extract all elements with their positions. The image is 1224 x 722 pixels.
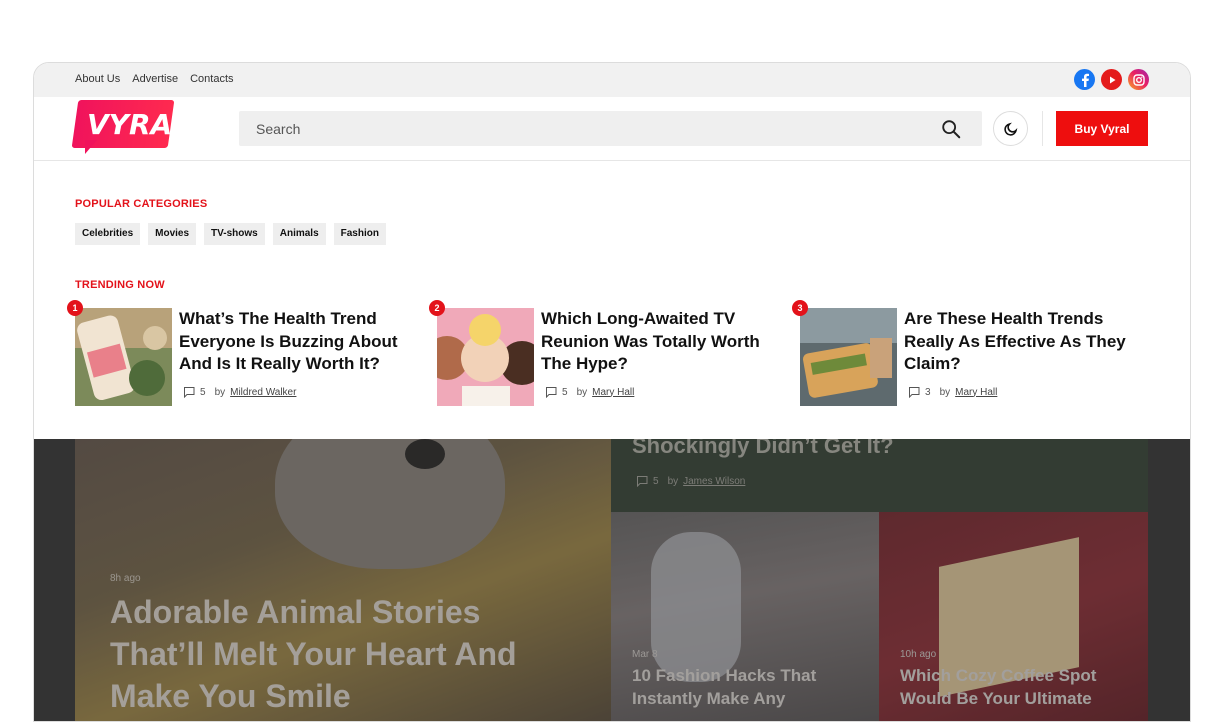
trending-now-title: TRENDING NOW <box>75 279 165 291</box>
social-links <box>1074 69 1149 90</box>
author-link[interactable]: Mary Hall <box>955 387 997 398</box>
rank-badge: 1 <box>67 300 83 316</box>
author-link[interactable]: Mary Hall <box>592 387 634 398</box>
category-tag-celebrities[interactable]: Celebrities <box>75 223 141 245</box>
comment-icon <box>546 387 557 398</box>
advertise-link[interactable]: Advertise <box>132 73 178 85</box>
dark-mode-toggle[interactable] <box>993 111 1028 146</box>
buy-vyral-button[interactable]: Buy Vyral <box>1056 111 1148 146</box>
rank-badge: 3 <box>792 300 808 316</box>
search-input[interactable]: Search <box>239 111 982 146</box>
youtube-icon[interactable] <box>1101 69 1122 90</box>
trending-meta: 5 by Mary Hall <box>545 386 634 398</box>
comment-icon <box>184 387 195 398</box>
facebook-icon[interactable] <box>1074 69 1095 90</box>
trending-thumbnail[interactable] <box>800 308 897 406</box>
contacts-link[interactable]: Contacts <box>190 73 233 85</box>
category-tag-animals[interactable]: Animals <box>272 223 326 245</box>
about-us-link[interactable]: About Us <box>75 73 120 85</box>
logo-text: VYRAL <box>87 108 191 141</box>
comment-icon <box>909 387 920 398</box>
comment-count: 5 <box>200 386 206 398</box>
comment-count: 3 <box>925 386 931 398</box>
category-tag-tv-shows[interactable]: TV-shows <box>204 223 265 245</box>
author-link[interactable]: Mildred Walker <box>230 387 296 398</box>
popular-categories-title: POPULAR CATEGORIES <box>75 198 208 210</box>
vyral-logo[interactable]: VYRAL <box>71 100 190 158</box>
trending-meta: 3 by Mary Hall <box>908 386 997 398</box>
rank-badge: 2 <box>429 300 445 316</box>
trending-item[interactable]: 1 What’s The Health Trend Everyone Is Bu… <box>67 300 415 406</box>
trending-title[interactable]: Are These Health Trends Really As Effect… <box>904 308 1140 376</box>
category-tag-fashion[interactable]: Fashion <box>333 223 386 245</box>
overlay-backdrop[interactable] <box>34 439 1190 721</box>
instagram-icon[interactable] <box>1128 69 1149 90</box>
by-label: by <box>939 386 951 398</box>
trending-thumbnail[interactable] <box>75 308 172 406</box>
trending-thumbnail[interactable] <box>437 308 534 406</box>
by-label: by <box>214 386 226 398</box>
category-tag-movies[interactable]: Movies <box>148 223 197 245</box>
site-header: VYRAL Search Buy Vyral <box>34 97 1190 161</box>
top-links: About Us Advertise Contacts <box>75 73 234 85</box>
top-utility-bar: About Us Advertise Contacts <box>34 63 1190 97</box>
search-icon[interactable] <box>940 118 962 140</box>
trending-item[interactable]: 2 Which Long-Awaited TV Reunion Was Tota… <box>429 300 777 406</box>
trending-item[interactable]: 3 Are These Health Trends Really As Effe… <box>792 300 1140 406</box>
header-divider <box>1042 111 1043 146</box>
search-placeholder: Search <box>256 120 301 137</box>
search-dropdown-panel: POPULAR CATEGORIES Celebrities Movies TV… <box>34 162 1190 439</box>
trending-title[interactable]: Which Long-Awaited TV Reunion Was Totall… <box>541 308 777 376</box>
browser-window: About Us Advertise Contacts VYRAL Search <box>33 62 1191 722</box>
category-tags: Celebrities Movies TV-shows Animals Fash… <box>75 223 386 245</box>
moon-icon <box>1003 122 1017 136</box>
comment-count: 5 <box>562 386 568 398</box>
logo-tail <box>85 140 97 154</box>
by-label: by <box>576 386 588 398</box>
trending-title[interactable]: What’s The Health Trend Everyone Is Buzz… <box>179 308 415 376</box>
trending-meta: 5 by Mildred Walker <box>183 386 296 398</box>
